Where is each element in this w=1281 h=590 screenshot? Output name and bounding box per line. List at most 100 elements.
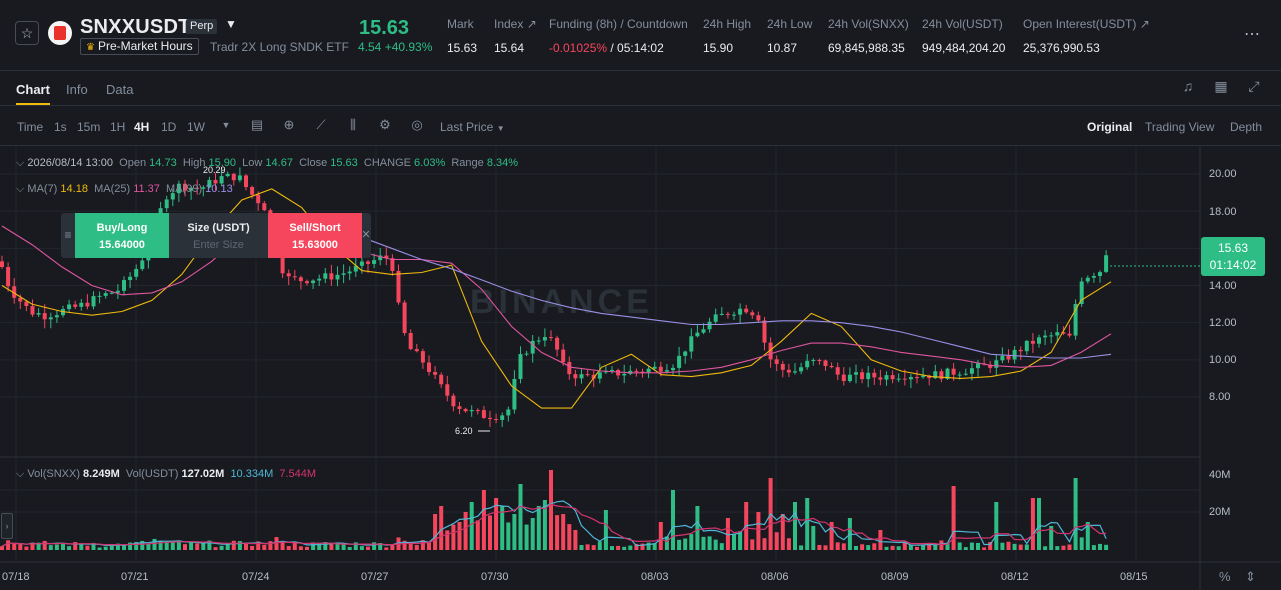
close-icon[interactable]: ✕ [360,213,371,258]
candle-body [719,313,724,315]
drag-handle-icon[interactable]: ≡ [61,213,75,258]
collapse-icon[interactable]: ⌵ [16,468,27,480]
stat-funding: Funding (8h) / Countdown -0.01025% / 05:… [549,17,688,55]
star-icon[interactable]: ☆ [15,21,39,45]
y-tick: 14.00 [1209,280,1237,292]
size-input[interactable]: Size (USDT) Enter Size [169,213,268,258]
stat-label: Mark [447,17,474,31]
volume-info: ⌵ Vol(SNXX) 8.249M Vol(USDT) 127.02M 10.… [16,468,316,481]
stat-value: 15.63 [447,41,478,55]
candle-body [439,374,444,385]
volume-bar [372,542,377,550]
perp-badge: Perp [186,19,218,34]
calendar-icon[interactable]: ▤ [249,117,265,133]
x-tick: 08/06 [761,571,789,583]
interval-1h[interactable]: 1H [110,120,125,134]
candle-body [829,365,834,368]
volume-bar [268,541,273,550]
volume-bar [1079,537,1084,550]
volume-bar [793,502,797,550]
ma25-value: 11.37 [133,183,160,195]
interval-4h[interactable]: 4H [134,120,149,134]
volume-bar [573,530,578,550]
chevron-down-icon[interactable]: ▼ [225,17,237,31]
volume-bar [231,540,236,550]
symbol-name[interactable]: SNXXUSDT [80,16,191,39]
volume-bar [628,545,633,550]
volume-bar [1055,546,1060,550]
volume-bar [457,521,462,550]
add-indicator-icon[interactable]: ⊕ [281,117,297,133]
candle-body [994,360,999,368]
candle-body [567,362,572,375]
tab-chart[interactable]: Chart [16,82,50,97]
candle-body [408,332,413,350]
interval-1s[interactable]: 1s [54,120,67,134]
volume-bar [774,532,779,550]
expand-panel-icon[interactable]: › [1,513,13,539]
stat-label: 24h Vol(SNXX) [828,17,909,31]
candle-body [951,368,956,375]
quick-order-widget: ≡ Buy/Long 15.64000 Size (USDT) Enter Si… [61,213,371,258]
candle-body [366,261,370,264]
stat-open-interest[interactable]: Open Interest(USDT) ↗ 25,376,990.53 [1023,17,1150,55]
candle-body [884,375,889,380]
volume-bar [213,547,218,550]
stat-index[interactable]: Index ↗ 15.64 [494,17,537,55]
candle-body [817,359,822,361]
candle-body [79,302,84,307]
volume-bar [384,547,389,550]
volume-bar [463,512,468,550]
candle-body [902,378,907,380]
view-depth[interactable]: Depth [1230,120,1262,134]
sell-short-button[interactable]: Sell/Short 15.63000 [268,213,362,258]
candle-body [225,173,230,177]
tab-data[interactable]: Data [106,82,133,97]
candle-body [305,281,309,284]
interval-1w[interactable]: 1W [187,120,205,134]
volume-bar [1067,544,1072,550]
price-type-select[interactable]: Last Price ▼ [440,120,505,134]
volume-bar [1073,478,1078,550]
buy-long-button[interactable]: Buy/Long 15.64000 [75,213,169,258]
candle-body [957,374,962,376]
tab-info[interactable]: Info [66,82,88,97]
candle-body [841,374,846,382]
volume-bar [1043,546,1048,550]
size-placeholder: Enter Size [193,239,244,251]
volume-bar [481,490,486,550]
interval-15m[interactable]: 15m [77,120,100,134]
candle-body [969,368,974,374]
volume-bar [85,545,90,550]
candle-type-icon[interactable]: ⫼ [345,117,361,133]
more-dots-icon[interactable]: ⋯ [1244,24,1261,44]
expand-icon[interactable]: ⤢ [1245,78,1263,96]
layout-grid-icon[interactable]: ▦ [1212,78,1230,96]
candle-body [860,372,865,380]
collapse-icon[interactable]: ⌵ [16,157,27,169]
stat-label: 24h Low [767,17,813,31]
volume-bar [475,520,480,550]
candle-body [24,301,29,307]
volume-bar [841,543,846,550]
candle-body [1104,255,1109,272]
volume-bar [329,543,334,550]
volume-bar [79,543,84,550]
interval-1d[interactable]: 1D [161,120,176,134]
settings-icon[interactable]: ⚙ [377,117,393,133]
candle-body [262,203,267,211]
chevron-down-icon[interactable]: ▼ [218,117,234,133]
indicators-icon[interactable]: ⟋ [313,117,329,133]
bell-icon[interactable]: ♫ [1179,78,1197,96]
auto-scale-icon[interactable]: ⇕ [1245,569,1256,585]
target-icon[interactable]: ◎ [409,117,425,133]
collapse-icon[interactable]: ⌵ [16,183,27,195]
view-trading-view[interactable]: Trading View [1145,120,1214,134]
percent-scale-icon[interactable]: % [1219,569,1231,584]
candle-body [616,369,621,376]
stat-value: 25,376,990.53 [1023,41,1100,55]
view-original[interactable]: Original [1087,120,1132,134]
candle-body [689,336,694,352]
volume-bar [786,538,791,550]
volume-bar [671,490,675,550]
